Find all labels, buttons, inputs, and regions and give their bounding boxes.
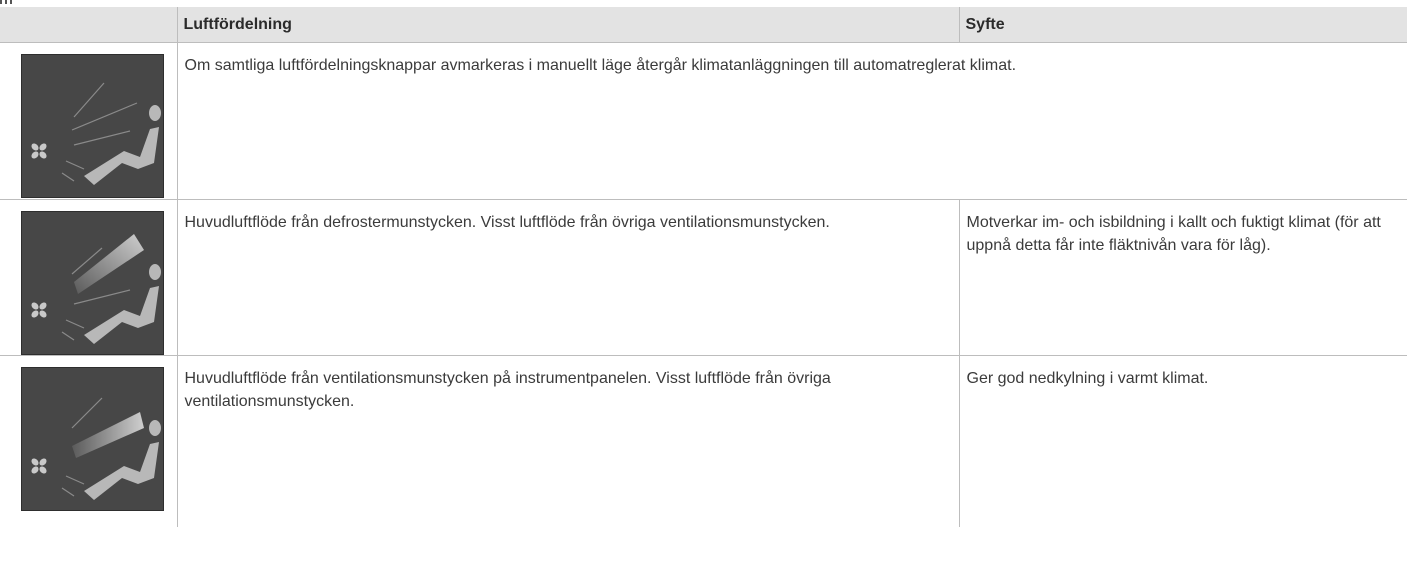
icon-cell bbox=[0, 42, 177, 200]
table-row: Huvudluftflöde från ventilationsmunstyck… bbox=[0, 355, 1407, 528]
header-purpose: Syfte bbox=[958, 7, 1407, 43]
seat-fan-airflow-icon bbox=[21, 54, 164, 198]
purpose-cell: Motverkar im- och isbildning i kallt och… bbox=[958, 199, 1407, 356]
distribution-cell: Huvudluftflöde från defrostermunstycken.… bbox=[176, 199, 959, 356]
table-header-row: Luftfördelning Syfte bbox=[0, 7, 1407, 43]
table-row: Om samtliga luftfördelningsknappar avmar… bbox=[0, 42, 1407, 200]
purpose-cell: Ger god nedkylning i varmt klimat. bbox=[958, 355, 1407, 527]
crop-mark bbox=[0, 0, 14, 4]
distribution-cell: Huvudluftflöde från ventilationsmunstyck… bbox=[176, 355, 959, 527]
air-distribution-table: Luftfördelning Syfte Om samtliga luftför… bbox=[0, 7, 1407, 527]
table-row: Huvudluftflöde från defrostermunstycken.… bbox=[0, 199, 1407, 356]
seat-fan-airflow-icon bbox=[21, 367, 164, 511]
header-icon-column bbox=[0, 7, 177, 43]
icon-cell bbox=[0, 356, 177, 528]
header-distribution: Luftfördelning bbox=[176, 7, 959, 43]
distribution-cell: Om samtliga luftfördelningsknappar avmar… bbox=[176, 42, 1407, 200]
icon-cell bbox=[0, 199, 177, 356]
seat-fan-airflow-icon bbox=[21, 211, 164, 355]
